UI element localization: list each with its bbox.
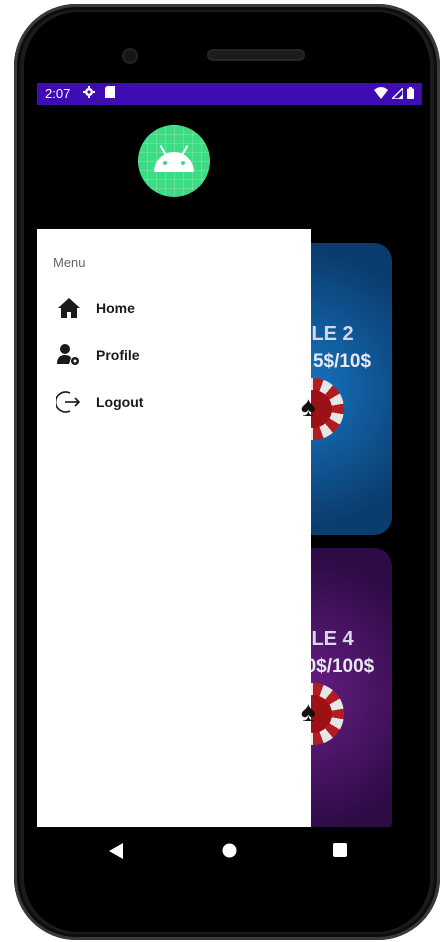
gear-icon	[83, 86, 95, 101]
sd-card-icon	[105, 86, 115, 101]
battery-icon	[407, 87, 414, 102]
signal-icon	[390, 86, 404, 102]
menu-item-label: Logout	[96, 394, 144, 410]
status-right-icons	[374, 86, 414, 102]
logout-icon	[56, 390, 82, 414]
recents-icon[interactable]	[333, 843, 347, 862]
menu-item-logout[interactable]: Logout	[37, 380, 311, 424]
status-time: 2:07	[45, 86, 71, 101]
system-nav-bar	[37, 827, 422, 876]
front-camera	[124, 50, 136, 62]
android-icon	[154, 145, 194, 172]
menu-item-profile[interactable]: Profile	[37, 333, 311, 377]
menu-item-label: Home	[96, 300, 135, 316]
profile-settings-icon	[56, 343, 82, 367]
earpiece-speaker	[209, 51, 303, 59]
status-bar: 2:07	[37, 83, 422, 105]
screen: 2:07 BLE 2 S 5$/10$ ♠ BLE 4 50$/100$ ♠ M…	[37, 83, 422, 876]
back-icon[interactable]	[109, 843, 123, 864]
navigation-drawer: Menu Home Profile Logout	[37, 229, 311, 827]
header-avatar	[138, 125, 210, 197]
home-icon	[56, 296, 82, 320]
menu-item-home[interactable]: Home	[37, 286, 311, 330]
menu-item-label: Profile	[96, 347, 140, 363]
wifi-icon	[374, 87, 388, 102]
home-circle-icon[interactable]	[222, 843, 237, 863]
menu-section-title: Menu	[53, 255, 86, 270]
